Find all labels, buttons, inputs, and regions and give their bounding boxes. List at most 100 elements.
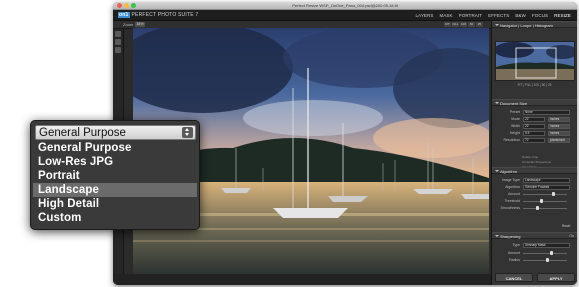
resolution-label: Resolution <box>503 138 520 142</box>
navigator-zoom-info: FIT | FILL | 100 | 50 | 25 <box>517 83 552 87</box>
zoom-buttons: FIT FILL 100 50 25 <box>444 22 483 27</box>
mode-label: Mode <box>511 117 520 121</box>
sharpen-amount-track[interactable] <box>523 253 567 254</box>
threshold-slider-track[interactable] <box>523 201 567 202</box>
threshold-slider-row: Threshold <box>496 199 574 204</box>
resolution-unit-select[interactable]: pixels/inch <box>548 138 570 143</box>
brand: on1 PERFECT PHOTO SUITE 7 <box>118 12 198 18</box>
bottom-bar <box>113 274 491 285</box>
sharpening-toggle[interactable]: On <box>569 234 574 238</box>
navigator-tabs: Navigator | Loupe | Histogram <box>500 23 553 28</box>
preset-select[interactable]: None <box>523 110 570 115</box>
section-title: Algorithm <box>500 169 517 174</box>
cancel-button[interactable]: CANCEL <box>495 273 533 282</box>
image-type-row: Image Type Landscape <box>496 178 574 183</box>
mode-field[interactable]: 22 <box>523 117 545 122</box>
preset-options-list: General Purpose Low-Res JPG Portrait Lan… <box>33 141 197 225</box>
algorithm-row: Algorithm Genuine Fractals <box>496 185 574 190</box>
resolution-row: Resolution 72 pixels/inch <box>496 138 574 143</box>
sharpen-amount-handle[interactable] <box>550 251 553 255</box>
zoom-25-button[interactable]: 25 <box>476 22 483 27</box>
zoom-field[interactable]: 34% <box>135 22 145 27</box>
height-field[interactable]: 5.5 <box>523 131 545 136</box>
document-reset-button[interactable]: Reset <box>562 158 576 172</box>
on1-logo: on1 <box>118 12 130 18</box>
collapse-arrow-icon <box>495 102 499 104</box>
sharpen-radius-track[interactable] <box>523 260 567 261</box>
preset-popup: General Purpose General Purpose Low-Res … <box>30 120 200 230</box>
zoom-label: Zoom <box>123 22 134 27</box>
image-type-label: Image Type <box>501 178 520 182</box>
smoothness-slider-row: Smoothness <box>496 206 574 211</box>
zoom-fill-button[interactable]: FILL <box>452 22 459 27</box>
navigator-thumbnail[interactable] <box>495 41 575 81</box>
amount-label: Amount <box>507 192 520 196</box>
sharpen-radius-label: Radius <box>509 258 520 262</box>
height-row: Height 5.5 inches <box>496 131 574 136</box>
preset-row: Preset None <box>496 110 574 115</box>
collapse-arrow-icon <box>495 24 499 26</box>
sharpen-amount-label: Amount <box>507 251 520 255</box>
tab-portrait[interactable]: PORTRAIT <box>459 13 482 18</box>
document-size-header[interactable]: Document Size <box>492 99 577 106</box>
dropdown-stepper-icon[interactable] <box>182 127 193 138</box>
algorithm-reset-button[interactable]: Reset <box>562 214 576 228</box>
window-title: Perfect Resize WSP_OnOne_Pano_004.psd@20… <box>292 3 398 8</box>
resolution-field[interactable]: 72 <box>523 138 545 143</box>
option-portrait[interactable]: Portrait <box>33 169 197 183</box>
algorithm-header[interactable]: Algorithm <box>492 167 577 174</box>
sharpen-radius-row: Radius <box>496 258 574 263</box>
smoothness-slider-track[interactable] <box>523 208 567 209</box>
option-low-res-jpg[interactable]: Low-Res JPG <box>33 155 197 169</box>
smoothness-label: Smoothness <box>500 206 520 210</box>
tab-effects[interactable]: EFFECTS <box>488 13 509 18</box>
width-field[interactable]: 22 <box>523 124 545 129</box>
amount-slider-handle[interactable] <box>552 192 555 196</box>
width-unit-select[interactable]: inches <box>548 124 570 129</box>
type-label: Type <box>512 243 520 247</box>
mode-unit-select[interactable]: inches <box>548 117 570 122</box>
tab-bw[interactable]: B&W <box>515 13 526 18</box>
sharpen-amount-row: Amount <box>496 251 574 256</box>
mode-row: Mode 22 inches <box>496 117 574 122</box>
smoothness-slider-handle[interactable] <box>536 206 539 210</box>
navigator-header[interactable]: Navigator | Loupe | Histogram <box>492 21 577 28</box>
collapse-arrow-icon <box>495 235 499 237</box>
sharpen-radius-handle[interactable] <box>546 258 549 262</box>
preset-dropdown[interactable]: General Purpose <box>35 125 196 140</box>
height-label: Height <box>509 131 520 135</box>
mode-bar: on1 PERFECT PHOTO SUITE 7 LAYERS MASK PO… <box>113 10 577 21</box>
section-title: Sharpening <box>500 234 521 239</box>
amount-slider-row: Amount <box>496 192 574 197</box>
image-type-select[interactable]: Landscape <box>523 178 570 183</box>
tab-resize[interactable]: RESIZE <box>554 13 571 18</box>
navigator-preview-image <box>496 42 574 80</box>
sharpening-type-select[interactable]: Unsharp Mask <box>523 243 570 248</box>
tab-focus[interactable]: FOCUS <box>532 13 548 18</box>
tab-layers[interactable]: LAYERS <box>415 13 433 18</box>
crop-tool-icon[interactable] <box>115 31 121 37</box>
tab-mask[interactable]: MASK <box>439 13 452 18</box>
option-custom[interactable]: Custom <box>33 211 197 225</box>
threshold-slider-handle[interactable] <box>540 199 543 203</box>
sharpening-header[interactable]: Sharpening On <box>492 232 577 239</box>
height-unit-select[interactable]: inches <box>548 131 570 136</box>
threshold-label: Threshold <box>504 199 520 203</box>
hand-tool-icon[interactable] <box>115 39 121 45</box>
zoom-50-button[interactable]: 50 <box>468 22 475 27</box>
option-general-purpose[interactable]: General Purpose <box>33 141 197 155</box>
option-high-detail[interactable]: High Detail <box>33 197 197 211</box>
option-landscape[interactable]: Landscape <box>33 183 197 197</box>
preset-dropdown-value: General Purpose <box>39 127 126 139</box>
amount-slider-track[interactable] <box>523 194 567 195</box>
zoom-fit-button[interactable]: FIT <box>444 22 451 27</box>
algorithm-select[interactable]: Genuine Fractals <box>523 185 570 190</box>
zoom-tool-icon[interactable] <box>115 47 121 53</box>
algorithm-label: Algorithm <box>505 185 520 189</box>
collapse-arrow-icon <box>495 170 499 172</box>
section-title: Document Size <box>500 101 528 106</box>
title-bar: Perfect Resize WSP_OnOne_Pano_004.psd@20… <box>113 2 577 10</box>
right-panel: Navigator | Loupe | Histogram FIT | FILL… <box>491 21 577 285</box>
zoom-100-button[interactable]: 100 <box>460 22 467 27</box>
apply-button[interactable]: APPLY <box>537 273 575 282</box>
